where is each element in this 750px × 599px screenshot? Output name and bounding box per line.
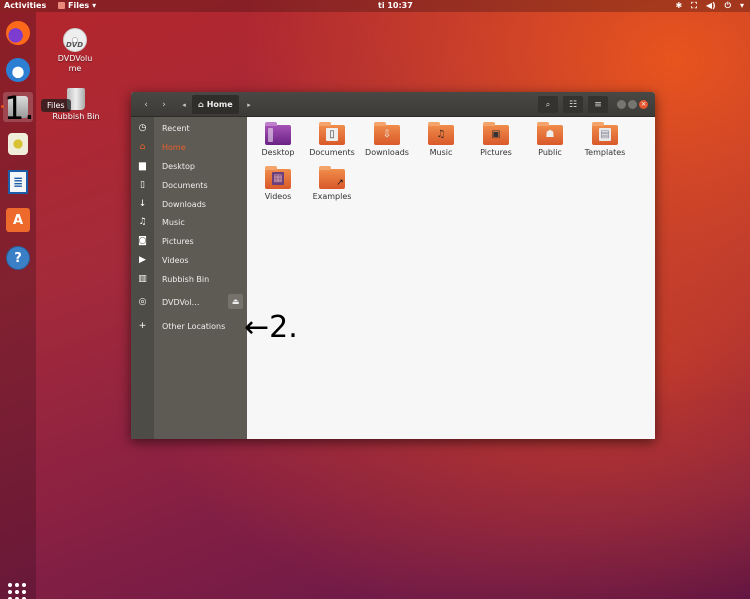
search-icon: ⌕: [545, 99, 551, 109]
video-icon: ▶: [139, 255, 146, 265]
trash-icon: ▥: [138, 274, 147, 284]
power-icon[interactable]: ⏻: [725, 0, 731, 12]
templates-folder-icon: ▤: [592, 122, 618, 145]
help-icon: ?: [6, 246, 30, 270]
dvd-disc-icon: DVD: [63, 28, 87, 52]
desktop-icon-dvdvolume[interactable]: DVD DVDVolume: [47, 28, 103, 74]
chevron-down-icon: ▾: [92, 1, 97, 10]
top-bar: Activities Files ▾ ti 10:37 ✱ ⛶ ◀) ⏻ ▾: [0, 0, 750, 12]
software-icon: A: [6, 208, 30, 232]
pathbar-home-button[interactable]: ⌂ Home: [192, 95, 239, 114]
folder-examples[interactable]: ↗ Examples: [305, 166, 359, 201]
desktop-folder-icon: [265, 122, 291, 145]
sidebar-item-documents[interactable]: ▯ Documents: [131, 176, 247, 194]
clock-icon: ◷: [138, 123, 147, 133]
eject-icon: ⏏: [231, 297, 240, 306]
sidebar-item-other-locations[interactable]: + Other Locations: [131, 317, 247, 335]
firefox-icon: [6, 21, 30, 45]
writer-icon: ≣: [8, 170, 28, 194]
bluetooth-icon[interactable]: ✱: [676, 0, 683, 12]
close-button[interactable]: ×: [639, 100, 648, 109]
dock-item-rhythmbox[interactable]: [3, 129, 33, 159]
folder-videos[interactable]: ▦ Videos: [251, 166, 305, 201]
home-icon: ⌂: [198, 100, 204, 109]
system-menu-arrow-icon[interactable]: ▾: [740, 0, 744, 12]
rhythmbox-icon: [8, 133, 28, 155]
view-toggle-button[interactable]: ☷: [563, 96, 583, 113]
sidebar-item-rubbish-bin[interactable]: ▥ Rubbish Bin: [131, 270, 247, 288]
system-tray[interactable]: ✱ ⛶ ◀) ⏻ ▾: [676, 0, 744, 12]
downloads-folder-icon: ⇩: [374, 122, 400, 145]
back-button[interactable]: ‹: [139, 96, 153, 113]
places-sidebar: ◷ Recent ⌂ Home ▆ Desktop ▯ Documents ↓ Downl…: [131, 117, 247, 439]
network-icon[interactable]: ⛶: [691, 0, 697, 12]
dock-item-firefox[interactable]: [3, 18, 33, 48]
app-menu-label: Files: [68, 1, 90, 10]
folder-downloads[interactable]: ⇩ Downloads: [360, 122, 414, 157]
annotation-step-2: ←2.: [244, 310, 298, 345]
sidebar-item-recent[interactable]: ◷ Recent: [131, 119, 247, 137]
plus-icon: +: [138, 321, 147, 331]
dock-tooltip: Files: [41, 99, 71, 112]
desktop-icon-label: Rubbish Bin: [52, 112, 100, 121]
examples-folder-icon: ↗: [319, 166, 345, 189]
menu-button[interactable]: ≡: [588, 96, 608, 113]
sidebar-item-pictures[interactable]: ◙ Pictures: [131, 232, 247, 250]
sidebar-item-videos[interactable]: ▶ Videos: [131, 251, 247, 269]
dock-item-software[interactable]: A: [3, 205, 33, 235]
desktop-icon-label: DVDVolume: [57, 54, 93, 73]
disc-icon: ◎: [138, 297, 147, 307]
list-view-icon: ☷: [568, 99, 578, 110]
folder-templates[interactable]: ▤ Templates: [578, 122, 632, 157]
show-applications-icon[interactable]: [8, 583, 26, 599]
file-view: Desktop ▯ Documents ⇩ Downloads ♫ Music ▣ Pi…: [247, 117, 655, 439]
minimize-button[interactable]: [617, 100, 626, 109]
sidebar-item-desktop[interactable]: ▆ Desktop: [131, 157, 247, 175]
files-app-icon: [58, 2, 65, 9]
pathbar-home-label: Home: [206, 100, 233, 109]
download-icon: ↓: [138, 199, 147, 209]
files-window: ‹ › ◂ ⌂ Home ▸ ⌕ ☷ ≡ × ◷ Recent ⌂ Home ▆ De…: [131, 92, 655, 439]
camera-icon: ◙: [138, 236, 147, 246]
pictures-folder-icon: ▣: [483, 122, 509, 145]
thunderbird-icon: [6, 58, 30, 82]
folder-pictures[interactable]: ▣ Pictures: [469, 122, 523, 157]
folder-music[interactable]: ♫ Music: [414, 122, 468, 157]
desktop-folder-icon: ▆: [139, 161, 146, 171]
activities-button[interactable]: Activities: [4, 1, 46, 10]
dock-item-help[interactable]: ?: [3, 243, 33, 273]
sidebar-item-home[interactable]: ⌂ Home: [131, 138, 247, 156]
hamburger-menu-icon: ≡: [594, 99, 602, 110]
sidebar-item-dvdvolume[interactable]: ◎ DVDVol…: [131, 293, 226, 311]
dock-item-thunderbird[interactable]: [3, 55, 33, 85]
documents-folder-icon: ▯: [319, 122, 345, 145]
home-icon: ⌂: [139, 142, 146, 152]
annotation-step-1: 1.: [4, 89, 35, 127]
music-folder-icon: ♫: [428, 122, 454, 145]
forward-button[interactable]: ›: [157, 96, 171, 113]
header-bar: ‹ › ◂ ⌂ Home ▸ ⌕ ☷ ≡ ×: [131, 92, 655, 117]
sidebar-item-downloads[interactable]: ↓ Downloads: [131, 195, 247, 213]
public-folder-icon: ☗: [537, 122, 563, 145]
folder-documents[interactable]: ▯ Documents: [305, 122, 359, 157]
maximize-button[interactable]: [628, 100, 637, 109]
path-left-arrow-icon[interactable]: ◂: [179, 96, 189, 113]
dock-item-writer[interactable]: ≣: [3, 167, 33, 197]
music-icon: ♫: [138, 217, 147, 227]
app-menu[interactable]: Files ▾: [58, 1, 96, 10]
folder-public[interactable]: ☗ Public: [523, 122, 577, 157]
eject-button[interactable]: ⏏: [228, 294, 243, 309]
folder-desktop[interactable]: Desktop: [251, 122, 305, 157]
clock[interactable]: ti 10:37: [378, 1, 413, 10]
volume-icon[interactable]: ◀): [706, 0, 716, 12]
videos-folder-icon: ▦: [265, 166, 291, 189]
document-icon: ▯: [140, 180, 145, 190]
sidebar-item-music[interactable]: ♫ Music: [131, 213, 247, 231]
search-button[interactable]: ⌕: [538, 96, 558, 113]
path-right-arrow-icon[interactable]: ▸: [244, 96, 254, 113]
